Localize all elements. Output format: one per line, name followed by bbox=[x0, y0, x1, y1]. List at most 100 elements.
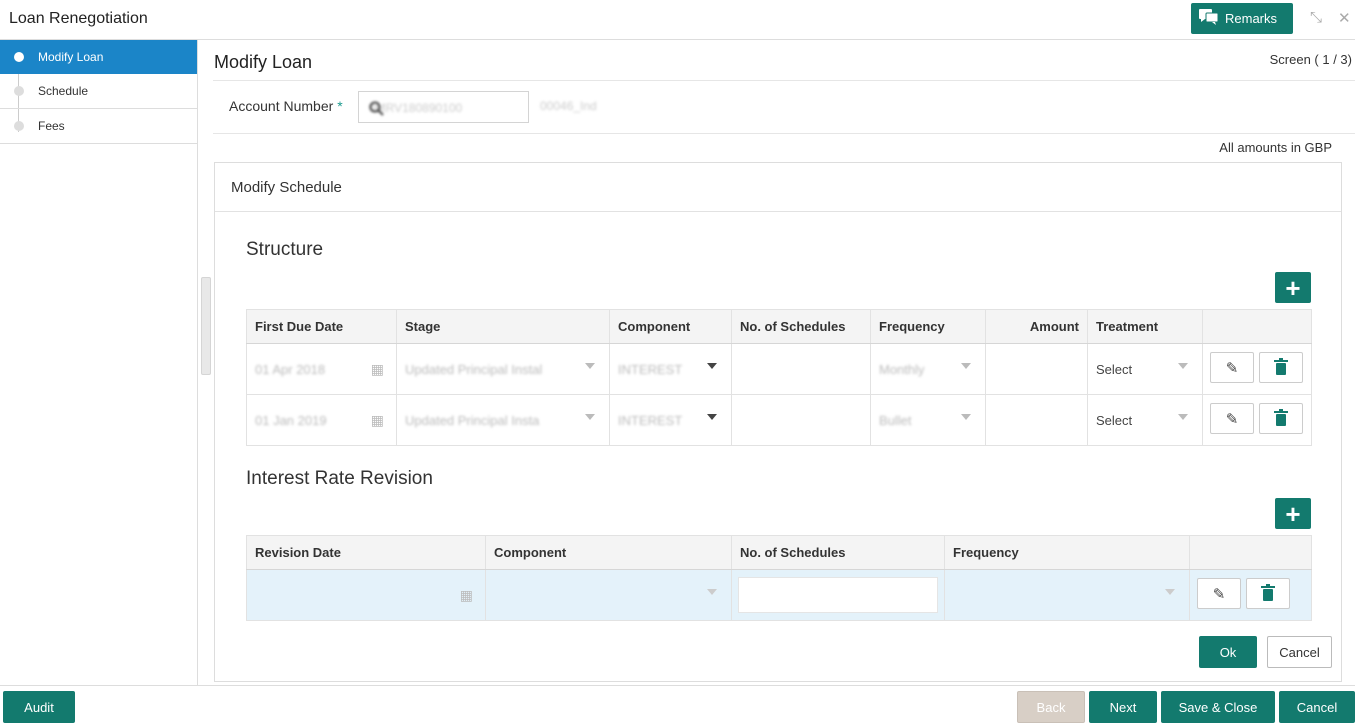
column-header: No. of Schedules bbox=[731, 535, 945, 570]
frequency-select[interactable]: Monthly bbox=[870, 343, 986, 395]
chevron-down-icon bbox=[707, 414, 717, 420]
modify-schedule-panel: Modify Schedule Structure + First Due Da… bbox=[214, 162, 1342, 682]
delete-row-button[interactable] bbox=[1259, 403, 1303, 434]
column-header-actions bbox=[1202, 309, 1312, 344]
first-due-date-field[interactable]: 01 Apr 2018 ▦ bbox=[246, 343, 397, 395]
edit-row-button[interactable]: ✎ bbox=[1210, 403, 1254, 434]
row-actions: ✎ bbox=[1202, 343, 1312, 395]
delete-row-button[interactable] bbox=[1259, 352, 1303, 383]
sidebar-item-label: Modify Loan bbox=[38, 50, 104, 64]
plus-icon: + bbox=[1285, 498, 1301, 529]
panel-cancel-button[interactable]: Cancel bbox=[1267, 636, 1332, 668]
column-header: Frequency bbox=[944, 535, 1190, 570]
add-structure-button[interactable]: + bbox=[1275, 272, 1311, 303]
component-select[interactable]: INTEREST bbox=[609, 343, 732, 395]
edit-row-button[interactable]: ✎ bbox=[1210, 352, 1254, 383]
account-number-label: Account Number * bbox=[229, 98, 343, 114]
stage-select[interactable]: Updated Principal Insta bbox=[396, 394, 610, 446]
top-bar: Loan Renegotiation Remarks ⤡ ✕ bbox=[0, 0, 1355, 40]
panel-resize-handle[interactable] bbox=[201, 277, 211, 375]
interest-revision-table: Revision Date Component No. of Schedules… bbox=[246, 535, 1312, 621]
column-header: Treatment bbox=[1087, 309, 1203, 344]
structure-table: First Due Date Stage Component No. of Sc… bbox=[246, 309, 1312, 446]
frequency-select[interactable]: Bullet bbox=[870, 394, 986, 446]
next-button[interactable]: Next bbox=[1089, 691, 1157, 723]
table-row: 01 Apr 2018 ▦ Updated Principal Instal I… bbox=[246, 343, 1312, 395]
amounts-note: All amounts in GBP bbox=[1219, 140, 1332, 155]
screen-indicator: Screen ( 1 / 3) bbox=[1269, 52, 1352, 67]
cancel-button[interactable]: Cancel bbox=[1279, 691, 1355, 723]
chevron-down-icon bbox=[707, 363, 717, 369]
ok-button[interactable]: Ok bbox=[1199, 636, 1257, 668]
edit-icon: ✎ bbox=[1212, 585, 1226, 603]
calendar-icon[interactable]: ▦ bbox=[460, 587, 473, 604]
minimize-icon[interactable]: ⤡ bbox=[1310, 9, 1322, 26]
main-content: Modify Loan Screen ( 1 / 3) Account Numb… bbox=[213, 40, 1355, 685]
column-header: Stage bbox=[396, 309, 610, 344]
sidebar-item-modify-loan[interactable]: Modify Loan bbox=[0, 40, 197, 74]
chat-icon bbox=[1199, 9, 1219, 28]
save-close-button[interactable]: Save & Close bbox=[1161, 691, 1275, 723]
table-header-row: First Due Date Stage Component No. of Sc… bbox=[246, 309, 1312, 344]
page-title: Modify Loan bbox=[214, 52, 313, 72]
table-row: ▦ ✎ bbox=[246, 569, 1312, 621]
divider bbox=[213, 80, 1355, 81]
edit-row-button[interactable]: ✎ bbox=[1197, 578, 1241, 609]
audit-button[interactable]: Audit bbox=[3, 691, 75, 723]
interest-rate-revision-title: Interest Rate Revision bbox=[246, 468, 433, 489]
revision-date-field[interactable]: ▦ bbox=[246, 569, 486, 621]
component-select[interactable]: INTEREST bbox=[609, 394, 732, 446]
trash-icon bbox=[1274, 408, 1288, 426]
footer-bar: Audit Back Next Save & Close Cancel bbox=[0, 685, 1355, 726]
sidebar: Modify Loan Schedule Fees bbox=[0, 40, 198, 685]
remarks-label: Remarks bbox=[1225, 11, 1278, 26]
step-dot-icon bbox=[14, 86, 24, 96]
add-revision-button[interactable]: + bbox=[1275, 498, 1311, 529]
remarks-button[interactable]: Remarks bbox=[1191, 3, 1293, 34]
schedules-field[interactable] bbox=[731, 394, 871, 446]
column-header: No. of Schedules bbox=[731, 309, 871, 344]
app-title: Loan Renegotiation bbox=[9, 10, 148, 27]
chevron-down-icon bbox=[585, 363, 595, 369]
chevron-down-icon bbox=[1178, 363, 1188, 369]
delete-row-button[interactable] bbox=[1246, 578, 1290, 609]
plus-icon: + bbox=[1285, 272, 1301, 303]
treatment-select[interactable]: Select bbox=[1087, 394, 1203, 446]
search-icon[interactable] bbox=[369, 101, 520, 119]
schedules-field[interactable] bbox=[731, 343, 871, 395]
schedules-field[interactable] bbox=[731, 569, 945, 621]
back-button[interactable]: Back bbox=[1017, 691, 1085, 723]
column-header: Component bbox=[485, 535, 732, 570]
sidebar-item-label: Schedule bbox=[38, 84, 89, 98]
edit-icon: ✎ bbox=[1225, 410, 1239, 428]
stage-select[interactable]: Updated Principal Instal bbox=[396, 343, 610, 395]
column-header: Component bbox=[609, 309, 732, 344]
component-select[interactable] bbox=[485, 569, 732, 621]
calendar-icon[interactable]: ▦ bbox=[371, 412, 384, 429]
row-actions: ✎ bbox=[1189, 569, 1312, 621]
frequency-select[interactable] bbox=[944, 569, 1190, 621]
chevron-down-icon bbox=[961, 363, 971, 369]
column-header: Revision Date bbox=[246, 535, 486, 570]
trash-icon bbox=[1261, 583, 1275, 601]
step-dot-icon bbox=[14, 121, 24, 131]
chevron-down-icon bbox=[707, 589, 717, 595]
schedules-input[interactable] bbox=[738, 577, 938, 613]
amount-field[interactable] bbox=[985, 394, 1088, 446]
chevron-down-icon bbox=[961, 414, 971, 420]
first-due-date-field[interactable]: 01 Jan 2019 ▦ bbox=[246, 394, 397, 446]
chevron-down-icon bbox=[1165, 589, 1175, 595]
account-number-input[interactable]: 0MRV180890100 bbox=[358, 91, 529, 123]
sidebar-item-schedule[interactable]: Schedule bbox=[0, 74, 197, 109]
sidebar-item-label: Fees bbox=[38, 119, 65, 133]
row-actions: ✎ bbox=[1202, 394, 1312, 446]
treatment-select[interactable]: Select bbox=[1087, 343, 1203, 395]
edit-icon: ✎ bbox=[1225, 359, 1239, 377]
close-icon[interactable]: ✕ bbox=[1338, 9, 1351, 27]
divider bbox=[215, 211, 1341, 212]
calendar-icon[interactable]: ▦ bbox=[371, 361, 384, 378]
column-header: Frequency bbox=[870, 309, 986, 344]
sidebar-item-fees[interactable]: Fees bbox=[0, 109, 197, 144]
amount-field[interactable] bbox=[985, 343, 1088, 395]
table-row: 01 Jan 2019 ▦ Updated Principal Insta IN… bbox=[246, 394, 1312, 446]
